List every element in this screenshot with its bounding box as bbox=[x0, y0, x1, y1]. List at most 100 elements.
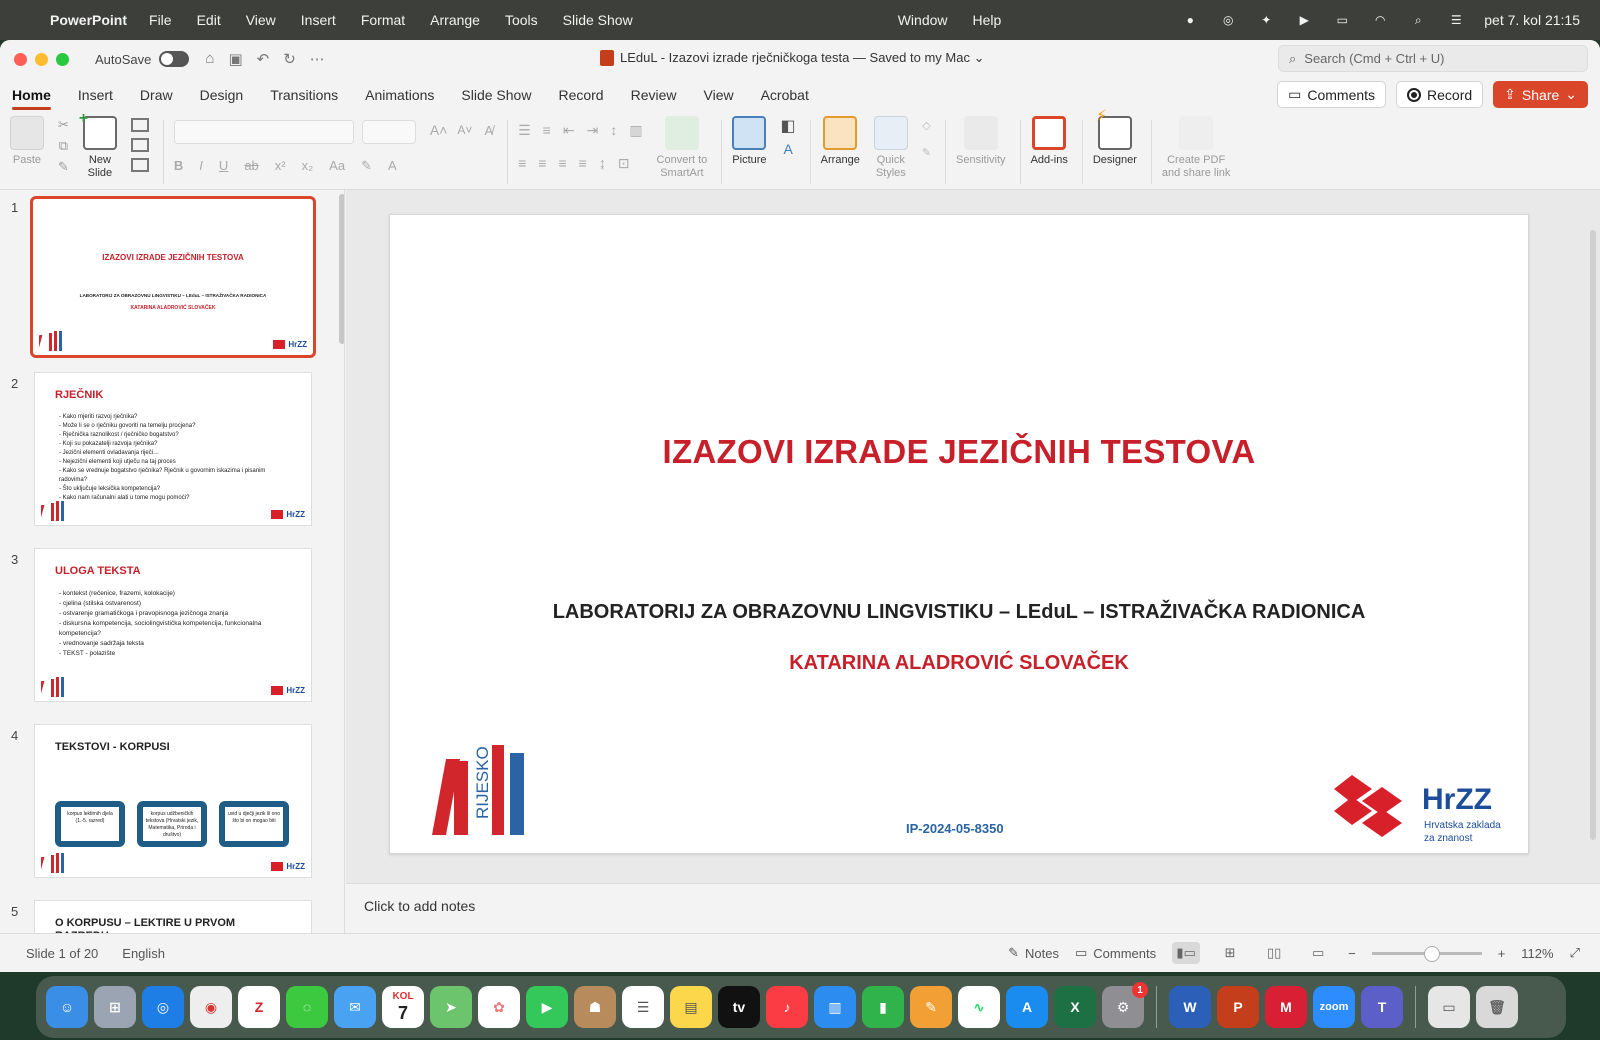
align-center-icon[interactable]: ≡ bbox=[538, 155, 546, 172]
slide-thumbnail-1[interactable]: IZAZOVI IZRADE JEZIČNIH TESTOVA LABORATO… bbox=[30, 196, 316, 358]
new-slide-button[interactable]: + New Slide bbox=[79, 111, 117, 180]
play-icon[interactable]: ▶ bbox=[1294, 13, 1314, 27]
tab-review[interactable]: Review bbox=[631, 78, 677, 112]
slide-sorter-button[interactable]: ⊞ bbox=[1216, 942, 1244, 964]
save-icon[interactable]: ▣ bbox=[228, 50, 242, 68]
zoom-window-button[interactable] bbox=[56, 52, 69, 66]
appletv-icon[interactable]: tv bbox=[718, 986, 760, 1028]
contacts-icon[interactable]: ☗ bbox=[574, 986, 616, 1028]
word-icon[interactable]: W bbox=[1169, 986, 1211, 1028]
appstore-icon[interactable]: A bbox=[1006, 986, 1048, 1028]
italic-icon[interactable]: I bbox=[199, 158, 203, 174]
share-button[interactable]: ⇪ Share ⌄ bbox=[1493, 81, 1588, 108]
settings-icon[interactable]: ⚙ 1 bbox=[1102, 982, 1148, 1028]
picture-button[interactable]: Picture bbox=[732, 116, 767, 167]
trash-icon[interactable]: 🗑 bbox=[1476, 986, 1518, 1028]
zotero-icon[interactable]: Z bbox=[238, 986, 280, 1028]
undo-icon[interactable]: ↶ bbox=[257, 50, 270, 68]
minimize-window-button[interactable] bbox=[35, 52, 48, 66]
menu-format[interactable]: Format bbox=[361, 12, 405, 28]
menu-insert[interactable]: Insert bbox=[301, 12, 336, 28]
notes-pane[interactable]: Click to add notes bbox=[346, 883, 1600, 933]
mail-icon[interactable]: ✉ bbox=[334, 986, 376, 1028]
reminders-icon[interactable]: ☰ bbox=[622, 986, 664, 1028]
document-title[interactable]: LEduL - Izazovi izrade rječničkoga testa… bbox=[600, 50, 984, 66]
keynote-icon[interactable]: ▥ bbox=[814, 986, 856, 1028]
slide-title[interactable]: IZAZOVI IZRADE JEZIČNIH TESTOVA bbox=[390, 433, 1528, 471]
zoom-slider[interactable] bbox=[1371, 945, 1482, 962]
creative-cloud-icon[interactable]: ◎ bbox=[1218, 13, 1238, 27]
align-right-icon[interactable]: ≡ bbox=[558, 155, 566, 172]
font-size-field[interactable] bbox=[361, 120, 416, 144]
paste-button[interactable]: Paste bbox=[10, 116, 44, 167]
freeform-icon[interactable]: ∿ bbox=[958, 986, 1000, 1028]
project-code[interactable]: IP-2024-05-8350 bbox=[906, 821, 1004, 836]
safari-icon[interactable]: ◎ bbox=[142, 986, 184, 1028]
redo-icon[interactable]: ↻ bbox=[283, 50, 296, 68]
menu-tools[interactable]: Tools bbox=[505, 12, 538, 28]
reset-icon[interactable] bbox=[130, 138, 149, 152]
underline-icon[interactable]: U bbox=[219, 158, 228, 174]
notes-toggle[interactable]: ✎ Notes bbox=[1008, 945, 1059, 961]
wifi-icon[interactable]: ◠ bbox=[1370, 13, 1390, 27]
comments-toggle[interactable]: ▭ Comments bbox=[1075, 945, 1156, 961]
layout-icon[interactable] bbox=[130, 118, 149, 132]
calendar-icon[interactable]: KOL 7 bbox=[382, 986, 424, 1028]
teams-status-icon[interactable]: ✦ bbox=[1256, 13, 1276, 27]
slide-thumbnail-3[interactable]: ULOGA TEKSTA kontekst (rečenice, frazemi… bbox=[34, 548, 312, 702]
create-pdf-button[interactable]: Create PDF and share link bbox=[1162, 116, 1230, 180]
zoom-level[interactable]: 112% bbox=[1521, 946, 1553, 961]
highlight-icon[interactable]: ✎ bbox=[361, 158, 372, 174]
menu-window[interactable]: Window bbox=[898, 12, 948, 28]
copy-icon[interactable]: ⧉ bbox=[59, 139, 68, 152]
menu-arrange[interactable]: Arrange bbox=[430, 12, 480, 28]
autosave-toggle[interactable] bbox=[159, 51, 190, 67]
superscript-icon[interactable]: x² bbox=[275, 158, 286, 174]
messages-icon[interactable]: ◌ bbox=[286, 986, 328, 1028]
tab-animations[interactable]: Animations bbox=[365, 78, 434, 112]
align-text-icon[interactable]: ⊡ bbox=[618, 155, 630, 172]
decrease-font-icon[interactable]: A˅ bbox=[457, 123, 472, 137]
slide-thumbnail-pane[interactable]: 1 IZAZOVI IZRADE JEZIČNIH TESTOVA LABORA… bbox=[0, 190, 345, 933]
line-spacing-icon[interactable]: ↕ bbox=[610, 122, 617, 139]
format-painter-icon[interactable]: ✎ bbox=[58, 160, 69, 173]
increase-font-icon[interactable]: A˄ bbox=[430, 122, 448, 138]
language-indicator[interactable]: English bbox=[122, 946, 165, 961]
addins-button[interactable]: Add-ins bbox=[1031, 116, 1068, 167]
tab-slide-show[interactable]: Slide Show bbox=[461, 78, 531, 112]
photos-icon[interactable]: ✿ bbox=[478, 986, 520, 1028]
shape-fill-icon[interactable]: ◇ bbox=[922, 120, 930, 133]
pages-icon[interactable]: ✎ bbox=[910, 986, 952, 1028]
menu-help[interactable]: Help bbox=[973, 12, 1002, 28]
zoom-status-icon[interactable]: ● bbox=[1180, 13, 1200, 27]
facetime-icon[interactable]: ▶ bbox=[526, 986, 568, 1028]
normal-view-button[interactable]: ▮▭ bbox=[1172, 942, 1201, 964]
justify-icon[interactable]: ≡ bbox=[579, 155, 587, 172]
finder-icon[interactable]: ☺ bbox=[46, 986, 88, 1028]
slide-editor[interactable]: IZAZOVI IZRADE JEZIČNIH TESTOVA LABORATO… bbox=[346, 190, 1600, 883]
launchpad-icon[interactable]: ⊞ bbox=[94, 986, 136, 1028]
spotlight-icon[interactable]: ⌕ bbox=[1408, 13, 1428, 27]
teams-icon[interactable]: T bbox=[1361, 986, 1403, 1028]
tab-draw[interactable]: Draw bbox=[140, 78, 173, 112]
shape-outline-icon[interactable]: ✎ bbox=[922, 147, 931, 160]
menu-clock[interactable]: pet 7. kol 21:15 bbox=[1484, 12, 1580, 28]
align-left-icon[interactable]: ≡ bbox=[518, 155, 526, 172]
current-slide[interactable]: IZAZOVI IZRADE JEZIČNIH TESTOVA LABORATO… bbox=[389, 214, 1529, 854]
tab-design[interactable]: Design bbox=[200, 78, 244, 112]
excel-icon[interactable]: X bbox=[1054, 986, 1096, 1028]
decrease-indent-icon[interactable]: ⇤ bbox=[563, 122, 575, 139]
fit-to-window-icon[interactable]: ⤢ bbox=[1570, 945, 1580, 961]
tab-insert[interactable]: Insert bbox=[78, 78, 113, 112]
zoom-out-button[interactable]: − bbox=[1348, 946, 1356, 961]
tab-acrobat[interactable]: Acrobat bbox=[761, 78, 809, 112]
menu-file[interactable]: File bbox=[149, 12, 172, 28]
strikethrough-icon[interactable]: ab bbox=[244, 158, 258, 174]
change-case-icon[interactable]: Aa bbox=[329, 158, 345, 174]
music-icon[interactable]: ♪ bbox=[766, 986, 808, 1028]
tab-record[interactable]: Record bbox=[558, 78, 603, 112]
chrome-icon[interactable]: ◉ bbox=[190, 986, 232, 1028]
subscript-icon[interactable]: x₂ bbox=[302, 158, 314, 174]
slide-author[interactable]: KATARINA ALADROVIĆ SLOVAČEK bbox=[390, 652, 1528, 675]
textbox-icon[interactable]: A bbox=[783, 142, 792, 156]
